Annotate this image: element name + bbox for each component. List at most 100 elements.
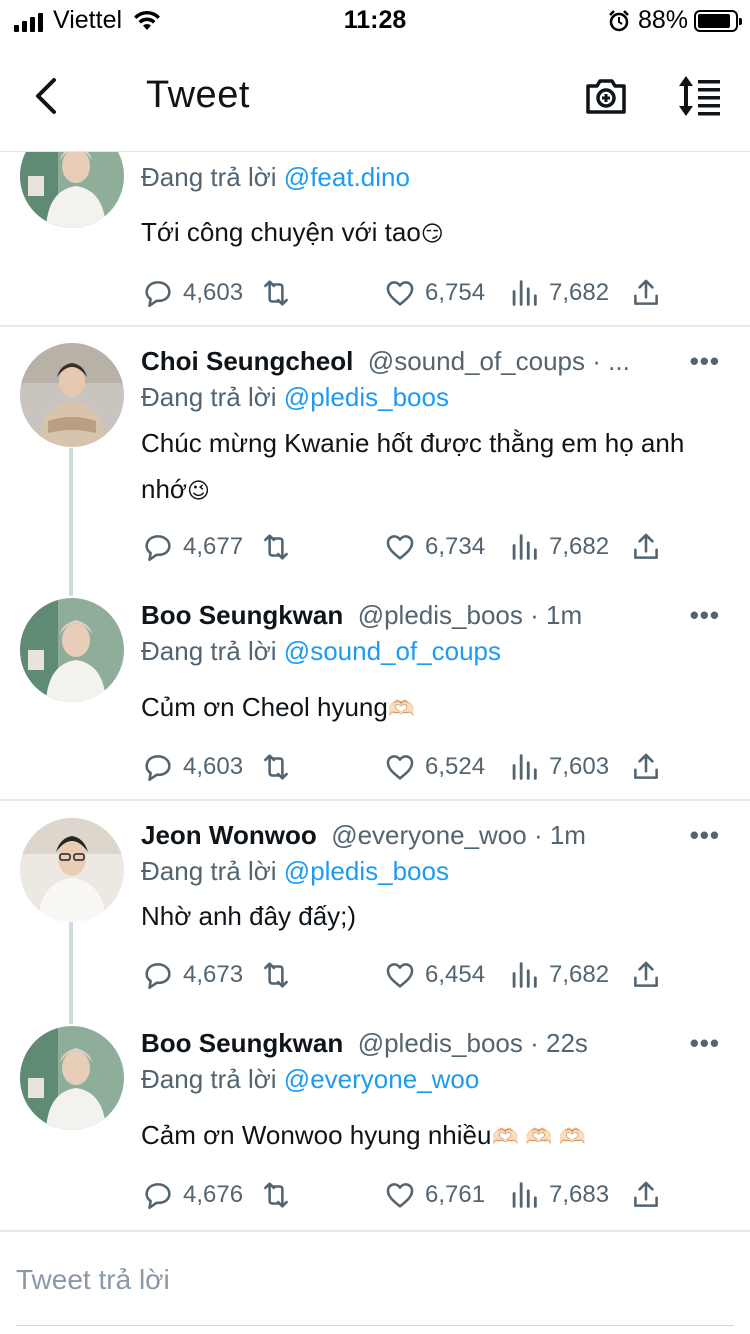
thread-line <box>69 922 73 1024</box>
like-button[interactable]: 6,754 <box>383 276 485 310</box>
display-name[interactable]: Boo Seungkwan <box>141 1028 343 1058</box>
handle[interactable]: @pledis_boos <box>358 1028 523 1058</box>
reply-input[interactable] <box>16 1258 716 1302</box>
reply-to: Đang trả lời @pledis_boos <box>141 382 449 412</box>
reply-to: Đang trả lời @everyone_woo <box>141 1064 480 1094</box>
more-icon[interactable]: ••• <box>690 346 720 377</box>
reply-icon <box>145 281 171 308</box>
avatar[interactable] <box>20 1026 124 1130</box>
like-icon <box>386 1183 414 1208</box>
retweet-icon <box>264 1182 288 1208</box>
like-icon <box>386 963 414 988</box>
share-icon <box>634 961 658 987</box>
tweet-header: Boo Seungkwan @pledis_boos · 22s <box>141 1028 588 1058</box>
sort-button[interactable] <box>676 72 724 120</box>
avatar[interactable] <box>20 598 124 702</box>
views-button[interactable]: 7,682 <box>507 958 609 992</box>
tweet-text: Nhờ anh đây đấy;) <box>141 901 357 931</box>
reply-icon <box>145 1183 171 1210</box>
avatar[interactable] <box>20 343 124 447</box>
reply-to-link[interactable]: @everyone_woo <box>284 1064 480 1094</box>
views-button[interactable]: 7,682 <box>507 530 609 564</box>
like-icon <box>386 755 414 780</box>
divider <box>0 799 750 801</box>
tweet-actions: 4,603 6,754 7,682 <box>141 276 681 312</box>
reply-button[interactable]: 4,673 <box>141 958 243 992</box>
reply-to-link[interactable]: @pledis_boos <box>284 382 449 412</box>
share-icon <box>634 533 658 559</box>
reply-to: Đang trả lời @feat.dino <box>141 162 410 192</box>
tweet-actions: 4,676 6,761 7,683 <box>141 1178 681 1214</box>
retweet-icon <box>264 754 288 780</box>
retweet-icon <box>264 280 288 306</box>
tweet-header: Choi Seungcheol @sound_of_coups · ... <box>141 346 630 376</box>
tweet-header: Boo Seungkwan @pledis_boos · 1m <box>141 600 582 630</box>
page-title: Tweet <box>146 74 250 116</box>
reply-to: Đang trả lời @pledis_boos <box>141 856 449 886</box>
handle[interactable]: @sound_of_coups <box>368 346 585 376</box>
like-button[interactable]: 6,524 <box>383 750 485 784</box>
share-button[interactable] <box>629 530 663 564</box>
retweet-button[interactable] <box>259 750 301 784</box>
handle[interactable]: @everyone_woo <box>331 820 527 850</box>
display-name[interactable]: Choi Seungcheol <box>141 346 353 376</box>
more-icon[interactable]: ••• <box>690 600 720 631</box>
like-button[interactable]: 6,734 <box>383 530 485 564</box>
retweet-button[interactable] <box>259 530 301 564</box>
reply-to: Đang trả lời @sound_of_coups <box>141 636 502 666</box>
views-icon <box>512 754 537 780</box>
thread-line <box>69 448 73 596</box>
reply-icon <box>145 755 171 782</box>
like-button[interactable]: 6,761 <box>383 1178 485 1212</box>
share-button[interactable] <box>629 750 663 784</box>
tweet-text: Tới công chuyện với tao😏 <box>141 217 444 247</box>
back-arrow-icon <box>36 78 56 114</box>
retweet-button[interactable] <box>259 276 301 310</box>
views-icon <box>512 280 537 306</box>
display-name[interactable]: Boo Seungkwan <box>141 600 343 630</box>
views-button[interactable]: 7,683 <box>507 1178 609 1212</box>
tweet-actions: 4,677 6,734 7,682 <box>141 530 681 566</box>
back-button[interactable] <box>28 74 68 118</box>
camera-plus-icon <box>586 79 626 114</box>
share-button[interactable] <box>629 276 663 310</box>
display-name[interactable]: Jeon Wonwoo <box>141 820 317 850</box>
reply-button[interactable]: 4,603 <box>141 276 243 310</box>
like-icon <box>386 281 414 306</box>
reply-button[interactable]: 4,677 <box>141 530 243 564</box>
tweet-header: Jeon Wonwoo @everyone_woo · 1m <box>141 820 586 850</box>
reply-icon <box>145 963 171 990</box>
timestamp: · 1m <box>533 820 586 850</box>
retweet-button[interactable] <box>259 958 301 992</box>
share-button[interactable] <box>629 1178 663 1212</box>
tweet-actions: 4,673 6,454 7,682 <box>141 958 681 994</box>
share-icon <box>634 753 658 779</box>
retweet-button[interactable] <box>259 1178 301 1212</box>
tweet-actions: 4,603 6,524 7,603 <box>141 750 681 786</box>
reply-to-link[interactable]: @sound_of_coups <box>284 636 501 666</box>
reply-to-link[interactable]: @pledis_boos <box>284 856 449 886</box>
reply-button[interactable]: 4,676 <box>141 1178 243 1212</box>
more-icon[interactable]: ••• <box>690 1028 720 1059</box>
camera-button[interactable] <box>582 72 630 120</box>
like-button[interactable]: 6,454 <box>383 958 485 992</box>
handle[interactable]: @pledis_boos <box>358 600 523 630</box>
tweet-text: Cảm ơn Wonwoo hyung nhiều🫶🏻 🫶🏻 🫶🏻 <box>141 1120 586 1150</box>
reply-to-link[interactable]: @feat.dino <box>284 162 410 192</box>
divider <box>0 325 750 327</box>
nav-header: Tweet <box>0 40 750 152</box>
timestamp: · 22s <box>530 1028 588 1058</box>
views-button[interactable]: 7,603 <box>507 750 609 784</box>
like-icon <box>386 535 414 560</box>
tweet-text: Củm ơn Cheol hyung🫶🏻 <box>141 692 416 722</box>
reply-button[interactable]: 4,603 <box>141 750 243 784</box>
share-icon <box>634 1181 658 1207</box>
more-icon[interactable]: ••• <box>690 820 720 851</box>
views-button[interactable]: 7,682 <box>507 276 609 310</box>
reply-composer <box>0 1230 750 1334</box>
avatar[interactable] <box>20 818 124 922</box>
views-icon <box>512 534 537 560</box>
retweet-icon <box>264 534 288 560</box>
share-button[interactable] <box>629 958 663 992</box>
sort-icon <box>679 76 720 116</box>
